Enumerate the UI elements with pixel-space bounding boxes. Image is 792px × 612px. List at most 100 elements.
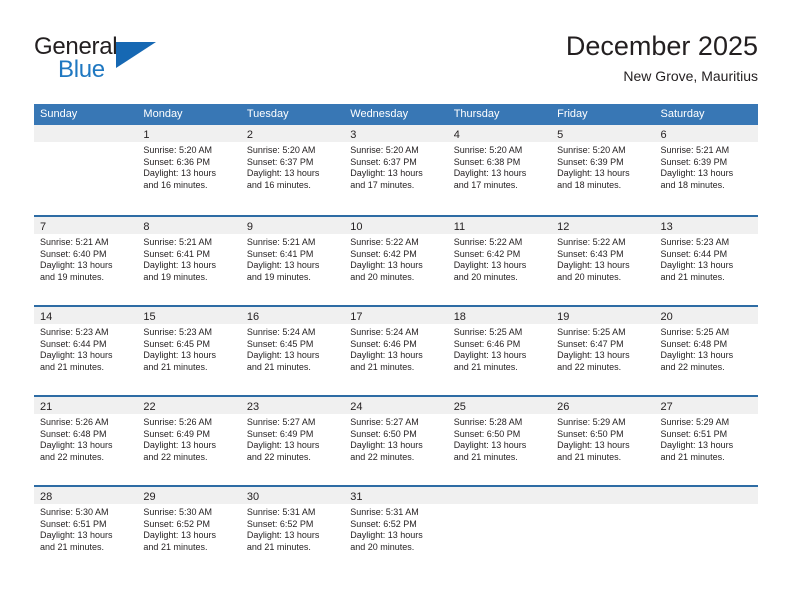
daylight-text-line2: and 21 minutes. bbox=[246, 361, 311, 372]
day-info: Sunrise: 5:27 AM Sunset: 6:49 PM Dayligh… bbox=[241, 414, 344, 463]
day-cell[interactable]: 14 Sunrise: 5:23 AM Sunset: 6:44 PM Dayl… bbox=[34, 307, 138, 395]
day-cell[interactable]: 18 Sunrise: 5:25 AM Sunset: 6:46 PM Dayl… bbox=[447, 307, 552, 395]
day-info: Sunrise: 5:20 AM Sunset: 6:36 PM Dayligh… bbox=[137, 142, 240, 191]
day-number: 24 bbox=[350, 401, 363, 413]
day-number: 15 bbox=[143, 311, 156, 323]
daylight-text-line1: Daylight: 13 hours bbox=[246, 350, 320, 361]
day-cell[interactable]: 24 Sunrise: 5:27 AM Sunset: 6:50 PM Dayl… bbox=[344, 397, 448, 485]
day-cell[interactable]: 11 Sunrise: 5:22 AM Sunset: 6:42 PM Dayl… bbox=[447, 217, 552, 305]
day-cell[interactable]: 12 Sunrise: 5:22 AM Sunset: 6:43 PM Dayl… bbox=[551, 217, 655, 305]
day-number: 7 bbox=[40, 221, 47, 233]
day-cell[interactable]: 8 Sunrise: 5:21 AM Sunset: 6:41 PM Dayli… bbox=[137, 217, 241, 305]
daylight-text-line1: Daylight: 13 hours bbox=[350, 350, 423, 361]
sunset-text: Sunset: 6:44 PM bbox=[40, 338, 107, 349]
day-cell[interactable] bbox=[34, 125, 138, 215]
daylight-text-line1: Daylight: 13 hours bbox=[557, 350, 630, 361]
day-cell[interactable]: 29 Sunrise: 5:30 AM Sunset: 6:52 PM Dayl… bbox=[137, 487, 241, 575]
day-info: Sunrise: 5:29 AM Sunset: 6:50 PM Dayligh… bbox=[551, 414, 654, 463]
sunset-text: Sunset: 6:52 PM bbox=[143, 518, 210, 529]
daylight-text-line2: and 21 minutes. bbox=[246, 541, 311, 552]
daylight-text-line2: and 22 minutes. bbox=[143, 451, 208, 462]
day-cell[interactable]: 13 Sunrise: 5:23 AM Sunset: 6:44 PM Dayl… bbox=[654, 217, 758, 305]
day-cell[interactable] bbox=[654, 487, 758, 575]
weekday-header-tuesday: Tuesday bbox=[246, 108, 289, 120]
daylight-text-line1: Daylight: 13 hours bbox=[40, 530, 113, 541]
sunset-text: Sunset: 6:50 PM bbox=[350, 428, 417, 439]
day-number: 4 bbox=[453, 129, 460, 141]
week-row: 14 Sunrise: 5:23 AM Sunset: 6:44 PM Dayl… bbox=[34, 305, 758, 395]
daylight-text-line1: Daylight: 13 hours bbox=[453, 260, 527, 271]
day-info: Sunrise: 5:20 AM Sunset: 6:39 PM Dayligh… bbox=[551, 142, 654, 191]
day-number: 30 bbox=[246, 491, 260, 503]
day-info: Sunrise: 5:21 AM Sunset: 6:40 PM Dayligh… bbox=[34, 234, 137, 283]
sunset-text: Sunset: 6:45 PM bbox=[143, 338, 210, 349]
day-info bbox=[551, 504, 654, 507]
sunset-text: Sunset: 6:49 PM bbox=[143, 428, 210, 439]
sunrise-text: Sunrise: 5:22 AM bbox=[350, 237, 419, 247]
day-number: 22 bbox=[143, 401, 156, 413]
day-cell[interactable]: 27 Sunrise: 5:29 AM Sunset: 6:51 PM Dayl… bbox=[654, 397, 758, 485]
day-cell[interactable]: 30 Sunrise: 5:31 AM Sunset: 6:52 PM Dayl… bbox=[240, 487, 345, 575]
daylight-text-line1: Daylight: 13 hours bbox=[350, 440, 423, 451]
weekday-header-monday: Monday bbox=[143, 108, 183, 120]
daylight-text-line2: and 19 minutes. bbox=[246, 271, 311, 282]
day-cell[interactable]: 6 Sunrise: 5:21 AM Sunset: 6:39 PM Dayli… bbox=[654, 125, 758, 215]
sunset-text: Sunset: 6:52 PM bbox=[246, 518, 314, 529]
daylight-text-line1: Daylight: 13 hours bbox=[660, 350, 734, 361]
day-number-band: 30 bbox=[240, 487, 345, 504]
day-cell[interactable]: 31 Sunrise: 5:31 AM Sunset: 6:52 PM Dayl… bbox=[344, 487, 448, 575]
sunrise-text: Sunrise: 5:21 AM bbox=[246, 237, 316, 247]
day-cell[interactable]: 21 Sunrise: 5:26 AM Sunset: 6:48 PM Dayl… bbox=[34, 397, 138, 485]
day-info: Sunrise: 5:21 AM Sunset: 6:41 PM Dayligh… bbox=[241, 234, 344, 283]
day-number-band: 1 bbox=[137, 125, 241, 142]
day-cell[interactable]: 4 Sunrise: 5:20 AM Sunset: 6:38 PM Dayli… bbox=[447, 125, 552, 215]
day-number: 25 bbox=[453, 401, 466, 413]
day-cell[interactable]: 20 Sunrise: 5:25 AM Sunset: 6:48 PM Dayl… bbox=[654, 307, 758, 395]
daylight-text-line1: Daylight: 13 hours bbox=[246, 440, 320, 451]
logo-text-blue: Blue bbox=[58, 56, 105, 83]
sunrise-text: Sunrise: 5:21 AM bbox=[660, 145, 730, 155]
day-cell[interactable]: 25 Sunrise: 5:28 AM Sunset: 6:50 PM Dayl… bbox=[447, 397, 552, 485]
sunrise-text: Sunrise: 5:20 AM bbox=[246, 145, 316, 155]
day-cell[interactable]: 9 Sunrise: 5:21 AM Sunset: 6:41 PM Dayli… bbox=[240, 217, 345, 305]
day-cell[interactable]: 23 Sunrise: 5:27 AM Sunset: 6:49 PM Dayl… bbox=[240, 397, 345, 485]
day-cell[interactable]: 17 Sunrise: 5:24 AM Sunset: 6:46 PM Dayl… bbox=[344, 307, 448, 395]
day-cell[interactable]: 7 Sunrise: 5:21 AM Sunset: 6:40 PM Dayli… bbox=[34, 217, 138, 305]
day-cell[interactable]: 16 Sunrise: 5:24 AM Sunset: 6:45 PM Dayl… bbox=[240, 307, 345, 395]
day-number-band: 5 bbox=[551, 125, 655, 142]
daylight-text-line2: and 22 minutes. bbox=[246, 451, 311, 462]
day-info bbox=[448, 504, 551, 507]
day-info: Sunrise: 5:20 AM Sunset: 6:37 PM Dayligh… bbox=[241, 142, 344, 191]
day-number-band bbox=[551, 487, 655, 504]
day-info: Sunrise: 5:22 AM Sunset: 6:42 PM Dayligh… bbox=[448, 234, 551, 283]
day-number: 31 bbox=[350, 491, 363, 503]
day-cell[interactable]: 26 Sunrise: 5:29 AM Sunset: 6:50 PM Dayl… bbox=[551, 397, 655, 485]
day-info: Sunrise: 5:31 AM Sunset: 6:52 PM Dayligh… bbox=[241, 504, 344, 553]
day-cell[interactable] bbox=[447, 487, 552, 575]
sunset-text: Sunset: 6:46 PM bbox=[453, 338, 521, 349]
sunrise-text: Sunrise: 5:20 AM bbox=[143, 145, 212, 155]
day-number: 3 bbox=[350, 129, 357, 141]
day-cell[interactable]: 15 Sunrise: 5:23 AM Sunset: 6:45 PM Dayl… bbox=[137, 307, 241, 395]
day-info bbox=[34, 142, 137, 145]
daylight-text-line2: and 21 minutes. bbox=[453, 451, 518, 462]
day-cell[interactable]: 22 Sunrise: 5:26 AM Sunset: 6:49 PM Dayl… bbox=[137, 397, 241, 485]
day-cell[interactable]: 19 Sunrise: 5:25 AM Sunset: 6:47 PM Dayl… bbox=[551, 307, 655, 395]
day-cell[interactable]: 3 Sunrise: 5:20 AM Sunset: 6:37 PM Dayli… bbox=[344, 125, 448, 215]
sunrise-text: Sunrise: 5:30 AM bbox=[143, 507, 212, 517]
day-info: Sunrise: 5:25 AM Sunset: 6:46 PM Dayligh… bbox=[448, 324, 551, 373]
sunrise-text: Sunrise: 5:25 AM bbox=[660, 327, 730, 337]
daylight-text-line2: and 22 minutes. bbox=[40, 451, 105, 462]
sunset-text: Sunset: 6:41 PM bbox=[143, 248, 210, 259]
day-cell[interactable] bbox=[551, 487, 655, 575]
sunset-text: Sunset: 6:48 PM bbox=[40, 428, 107, 439]
sunrise-text: Sunrise: 5:22 AM bbox=[453, 237, 523, 247]
day-number: 11 bbox=[453, 221, 466, 233]
day-cell[interactable]: 5 Sunrise: 5:20 AM Sunset: 6:39 PM Dayli… bbox=[551, 125, 655, 215]
day-cell[interactable]: 2 Sunrise: 5:20 AM Sunset: 6:37 PM Dayli… bbox=[240, 125, 345, 215]
day-info: Sunrise: 5:28 AM Sunset: 6:50 PM Dayligh… bbox=[448, 414, 551, 463]
day-cell[interactable]: 10 Sunrise: 5:22 AM Sunset: 6:42 PM Dayl… bbox=[344, 217, 448, 305]
day-number-band: 26 bbox=[551, 397, 655, 414]
day-cell[interactable]: 28 Sunrise: 5:30 AM Sunset: 6:51 PM Dayl… bbox=[34, 487, 138, 575]
day-cell[interactable]: 1 Sunrise: 5:20 AM Sunset: 6:36 PM Dayli… bbox=[137, 125, 241, 215]
